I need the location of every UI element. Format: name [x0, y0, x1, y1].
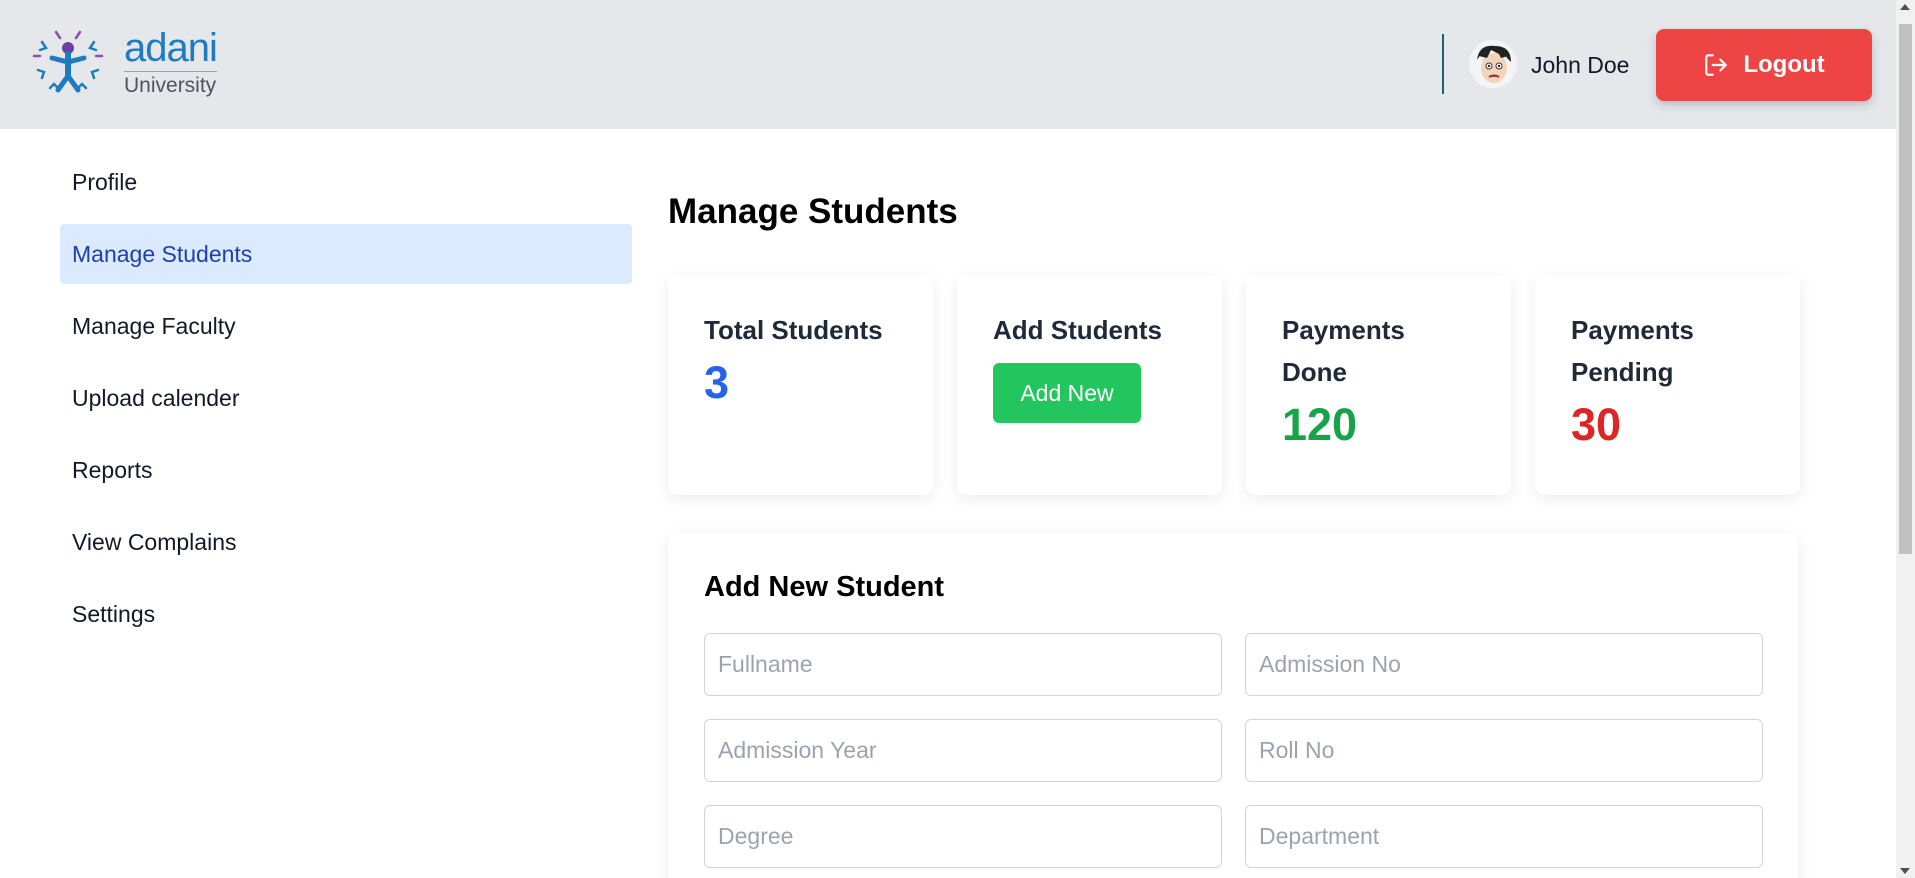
- university-logo[interactable]: adani University: [30, 24, 218, 100]
- form-title: Add New Student: [704, 571, 945, 603]
- top-header: adani University John Doe Logout: [0, 0, 1896, 129]
- logo-mark-icon: [32, 30, 104, 93]
- scroll-up-icon[interactable]: [1900, 4, 1910, 10]
- logo-text: adani University: [124, 25, 218, 98]
- sidebar-item-label: Manage Faculty: [72, 313, 236, 339]
- admission-no-field[interactable]: [1245, 633, 1763, 696]
- sidebar-item-upload-calender[interactable]: Upload calender: [60, 368, 632, 428]
- user-name[interactable]: John Doe: [1531, 52, 1629, 79]
- add-student-form: Add New Student: [668, 533, 1798, 878]
- department-field[interactable]: [1245, 805, 1763, 868]
- sidebar-item-settings[interactable]: Settings: [60, 584, 632, 644]
- sidebar-item-label: Upload calender: [72, 385, 240, 411]
- scroll-thumb[interactable]: [1899, 24, 1912, 554]
- payments-done-value: 120: [1282, 399, 1358, 450]
- logo-subtitle: University: [124, 70, 217, 98]
- sidebar-item-profile[interactable]: Profile: [60, 152, 632, 212]
- avatar[interactable]: [1469, 40, 1517, 88]
- total-students-value: 3: [704, 357, 730, 408]
- sidebar-item-manage-faculty[interactable]: Manage Faculty: [60, 296, 632, 356]
- sidebar-item-label: Settings: [72, 601, 156, 627]
- add-new-button[interactable]: Add New: [993, 363, 1141, 423]
- payments-pending-value: 30: [1571, 399, 1622, 450]
- payments-done-card: Payments Done 120: [1246, 275, 1511, 495]
- sidebar-item-manage-students[interactable]: Manage Students: [60, 224, 632, 284]
- payments-pending-card: Payments Pending 30: [1535, 275, 1800, 495]
- add-students-card: Add Students Add New: [957, 275, 1222, 495]
- scroll-down-icon[interactable]: [1900, 868, 1910, 874]
- page-scrollbar[interactable]: [1896, 0, 1915, 878]
- card-title: Total Students: [704, 315, 883, 345]
- card-title: Payments Pending: [1571, 315, 1694, 387]
- stats-cards: Total Students 3 Add Students Add New Pa…: [668, 275, 1800, 495]
- sidebar-item-reports[interactable]: Reports: [60, 440, 632, 500]
- sidebar-item-label: View Complains: [72, 529, 237, 555]
- page-title: Manage Students: [668, 192, 958, 231]
- logout-button[interactable]: Logout: [1656, 29, 1872, 101]
- logout-label: Logout: [1743, 51, 1825, 78]
- roll-no-field[interactable]: [1245, 719, 1763, 782]
- admission-year-field[interactable]: [704, 719, 1222, 782]
- sidebar-item-label: Reports: [72, 457, 153, 483]
- sidebar-item-label: Manage Students: [72, 241, 253, 267]
- avatar-icon: [1469, 40, 1517, 88]
- sidebar-item-view-complains[interactable]: View Complains: [60, 512, 632, 572]
- sidebar-nav: Profile Manage Students Manage Faculty U…: [60, 152, 632, 656]
- sidebar-item-label: Profile: [72, 169, 138, 195]
- card-title: Payments Done: [1282, 315, 1405, 387]
- user-area: John Doe Logout: [1416, 0, 1896, 129]
- header-divider: [1442, 34, 1444, 94]
- logout-icon: [1705, 54, 1728, 76]
- logo-brand: adani: [124, 25, 218, 70]
- total-students-card: Total Students 3: [668, 275, 933, 495]
- degree-field[interactable]: [704, 805, 1222, 868]
- card-title: Add Students: [993, 315, 1162, 345]
- fullname-field[interactable]: [704, 633, 1222, 696]
